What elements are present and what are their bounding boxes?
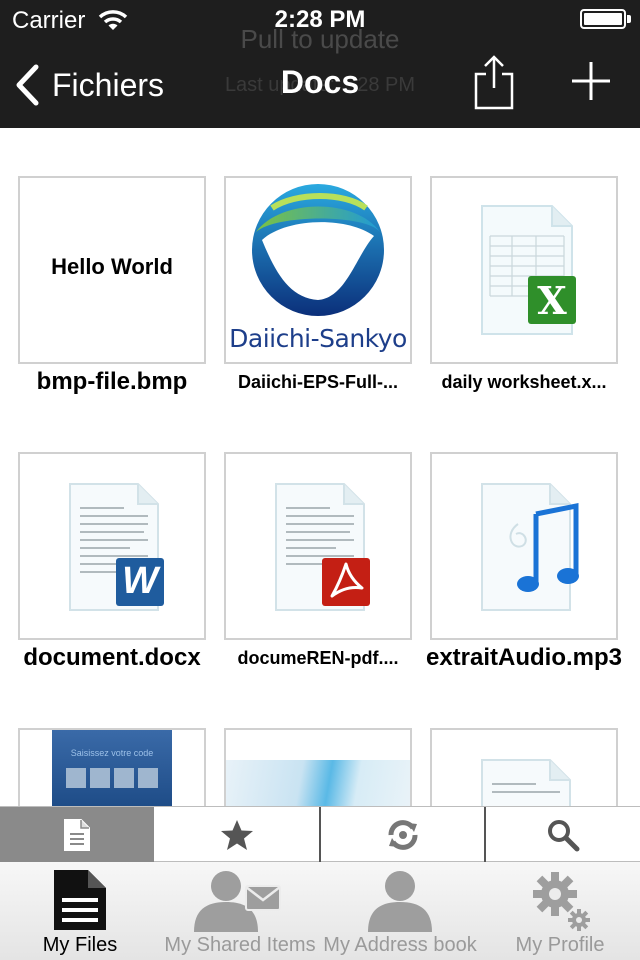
- gear-icon: [533, 872, 590, 931]
- tab-my-address-book[interactable]: My Address book: [320, 862, 480, 960]
- tab-label: My Shared Items: [164, 934, 316, 956]
- file-name: extraitAudio.mp3: [425, 644, 623, 671]
- files-icon: [54, 870, 106, 930]
- battery-icon: [580, 9, 626, 29]
- tab-bar: My Files My Shared Items My Address book: [0, 862, 640, 960]
- status-time: 2:28 PM: [274, 6, 366, 33]
- search-icon: [548, 819, 580, 851]
- tab-label: My Profile: [515, 934, 605, 956]
- add-button[interactable]: [570, 60, 612, 102]
- document-file-icon: [481, 759, 571, 806]
- pdf-file-icon: [275, 483, 370, 611]
- file-thumbnail: [224, 728, 412, 806]
- filter-tab-search[interactable]: [484, 807, 640, 862]
- tab-label: My Address book: [323, 934, 477, 956]
- back-button-label: Fichiers: [52, 66, 165, 103]
- document-icon: [64, 818, 90, 851]
- battery-tip: [627, 15, 631, 23]
- screenshot-caption: Saisissez votre code: [70, 748, 154, 758]
- tab-label: My Files: [42, 934, 118, 956]
- tab-my-shared-items[interactable]: My Shared Items: [160, 862, 320, 960]
- file-thumbnail: X: [430, 176, 618, 364]
- filter-bar: [0, 806, 640, 862]
- tab-my-profile[interactable]: My Profile: [480, 862, 640, 960]
- file-name: bmp-file.bmp: [36, 368, 188, 395]
- file-thumbnail: [430, 452, 618, 640]
- chevron-left-icon: [16, 64, 39, 106]
- filter-tab-documents[interactable]: [0, 807, 154, 862]
- filter-tab-sync[interactable]: [319, 807, 484, 862]
- navigation-bar: Pull to update Last update: ...28 PM Car…: [0, 0, 640, 128]
- file-thumbnail: W: [18, 452, 206, 640]
- file-thumbnail: [430, 728, 618, 806]
- filter-tab-favorites[interactable]: [154, 807, 319, 862]
- daiichi-logo-text: Daiichi-Sankyo: [229, 324, 407, 353]
- word-badge: W: [122, 560, 158, 602]
- audio-file-icon: [481, 483, 579, 611]
- file-name: daily worksheet.x...: [441, 372, 607, 392]
- page-title: Docs: [280, 64, 360, 100]
- file-grid: Hello World bmp-file.bmp Daiichi-Sankyo …: [0, 128, 640, 806]
- file-thumbnail: [224, 452, 412, 640]
- shared-user-icon: [194, 871, 281, 932]
- file-name: document.docx: [23, 644, 201, 671]
- tab-my-files[interactable]: My Files: [0, 862, 160, 960]
- star-icon: [220, 819, 253, 850]
- share-icon: [474, 55, 514, 110]
- excel-file-icon: [481, 205, 576, 335]
- file-name: Daiichi-EPS-Full-...: [237, 372, 398, 392]
- word-file-icon: [69, 483, 164, 611]
- file-name: documeREN-pdf....: [237, 648, 399, 668]
- app-screenshot-preview: Saisissez votre code: [52, 730, 172, 806]
- photo-preview: [226, 760, 410, 806]
- file-thumbnail: Daiichi-Sankyo: [224, 176, 412, 364]
- plus-icon: [572, 62, 610, 100]
- hello-world-preview: Hello World: [51, 254, 173, 279]
- contact-icon: [368, 871, 432, 932]
- share-button[interactable]: [470, 54, 518, 112]
- file-thumbnail: Hello World: [18, 176, 206, 364]
- back-button[interactable]: Fichiers: [14, 60, 164, 110]
- excel-badge: X: [537, 278, 567, 323]
- sync-icon: [388, 819, 417, 850]
- file-thumbnail: Saisissez votre code: [18, 728, 206, 806]
